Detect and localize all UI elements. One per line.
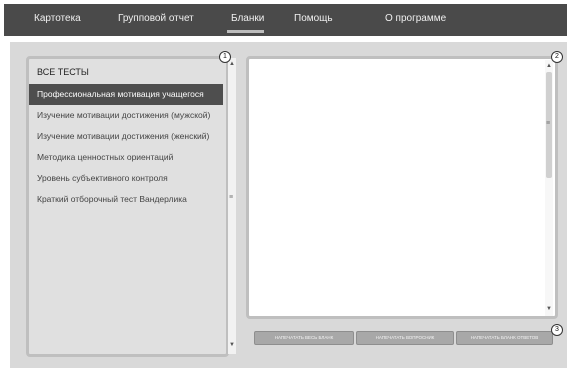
list-item-test[interactable]: Методика ценностных ориентаций bbox=[29, 147, 223, 168]
print-all-button[interactable]: НАПЕЧАТАТЬ ВЕСЬ БЛАНК bbox=[254, 331, 354, 345]
scroll-up-arrow-icon[interactable]: ▲ bbox=[546, 63, 552, 69]
print-questionnaire-button[interactable]: НАПЕЧАТАТЬ ВОПРОСНИК bbox=[356, 331, 454, 345]
scroll-up-arrow-icon[interactable]: ▲ bbox=[229, 61, 235, 67]
callout-badge-2: 2 bbox=[551, 51, 563, 63]
tests-list-scrollbar[interactable]: ▲ ≡ ▼ bbox=[228, 58, 236, 354]
scroll-down-arrow-icon[interactable]: ▼ bbox=[546, 306, 552, 312]
nav-tab-blanks[interactable]: Бланки bbox=[231, 13, 264, 24]
top-navigation-bar: Картотека Групповой отчет Бланки Помощь … bbox=[4, 4, 567, 36]
scroll-grip-icon[interactable]: ≡ bbox=[229, 194, 233, 201]
nav-tab-help[interactable]: Помощь bbox=[294, 13, 333, 24]
print-answers-button[interactable]: НАПЕЧАТАТЬ БЛАНК ОТВЕТОВ bbox=[456, 331, 553, 345]
list-item-test[interactable]: Уровень субъективного контроля bbox=[29, 168, 223, 189]
list-item-test[interactable]: Изучение мотивации достижения (женский) bbox=[29, 126, 223, 147]
list-item-test[interactable]: Краткий отборочный тест Вандерлика bbox=[29, 189, 223, 210]
tests-list-panel: ВСЕ ТЕСТЫ Профессиональная мотивация уча… bbox=[26, 56, 229, 357]
nav-tab-kartoteka[interactable]: Картотека bbox=[34, 13, 81, 24]
scroll-grip-icon[interactable]: ≡ bbox=[546, 120, 550, 127]
callout-badge-1: 1 bbox=[219, 51, 231, 63]
preview-scrollbar[interactable]: ▲ ≡ ▼ bbox=[545, 60, 553, 316]
list-item-test[interactable]: Профессиональная мотивация учащегося bbox=[29, 84, 223, 105]
list-header-all-tests[interactable]: ВСЕ ТЕСТЫ bbox=[29, 62, 223, 83]
nav-tab-group-report[interactable]: Групповой отчет bbox=[118, 13, 194, 24]
list-item-test[interactable]: Изучение мотивации достижения (мужской) bbox=[29, 105, 223, 126]
form-preview-panel bbox=[246, 56, 558, 319]
nav-tab-about[interactable]: О программе bbox=[385, 13, 446, 24]
active-tab-indicator bbox=[227, 30, 264, 33]
scroll-down-arrow-icon[interactable]: ▼ bbox=[229, 342, 235, 348]
callout-badge-3: 3 bbox=[551, 324, 563, 336]
